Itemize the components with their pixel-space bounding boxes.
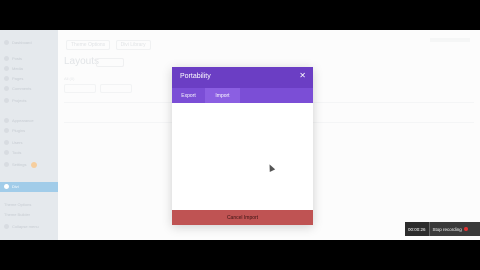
close-icon[interactable]: ✕ — [299, 72, 306, 80]
recording-timer: 00:00:26 — [405, 222, 430, 236]
modal-body — [172, 103, 313, 210]
portability-modal: Portability ✕ Export Import Cancel Impor… — [172, 67, 313, 225]
stop-recording-button[interactable]: Stop recording — [430, 227, 471, 232]
stop-recording-label: Stop recording — [432, 226, 462, 232]
screen: Dashboard Posts Media Pages Comments Pro… — [0, 30, 480, 240]
recording-widget: 00:00:26 Stop recording — [405, 222, 480, 236]
record-icon — [463, 227, 468, 231]
modal-header: Portability ✕ — [172, 67, 313, 88]
tab-export[interactable]: Export — [172, 88, 205, 103]
cancel-import-button[interactable]: Cancel Import — [172, 210, 313, 225]
modal-title: Portability — [180, 73, 211, 80]
tab-import[interactable]: Import — [205, 88, 240, 103]
modal-tabs: Export Import — [172, 88, 313, 103]
